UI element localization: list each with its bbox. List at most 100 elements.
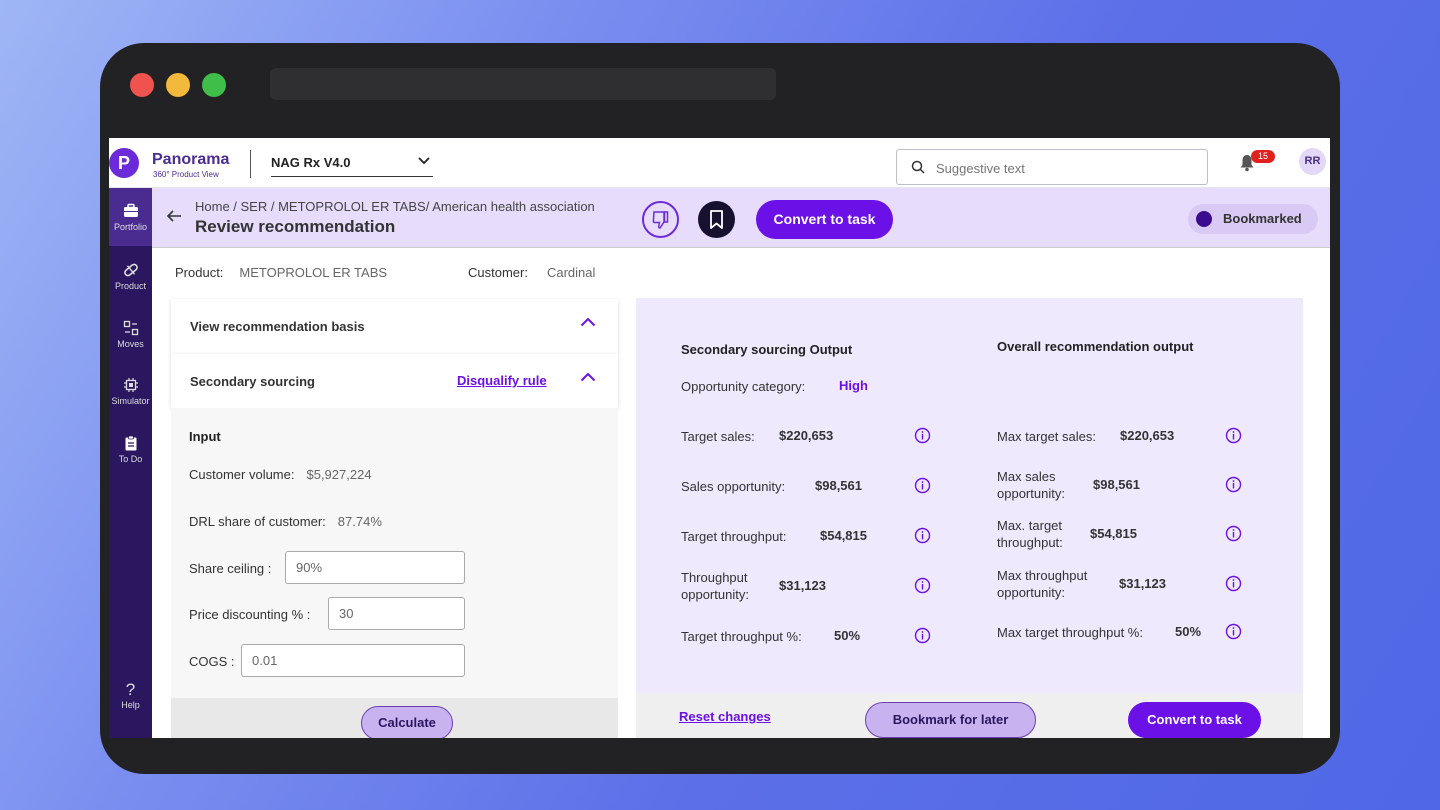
briefcase-icon [123, 203, 138, 217]
sidebar-item-label: Simulator [111, 396, 150, 406]
chip-icon [123, 378, 138, 392]
sidebar-item-label: To Do [118, 454, 143, 464]
panorama-logo[interactable]: P [109, 148, 139, 178]
product-value: METOPROLOL ER TABS [239, 265, 388, 280]
sales-opportunity-value: $98,561 [815, 478, 862, 493]
bookmarked-label: Bookmarked [1223, 211, 1302, 226]
customer-value: Cardinal [546, 265, 596, 280]
moves-icon [123, 320, 138, 336]
search-input[interactable] [936, 158, 1196, 178]
info-icon[interactable] [1225, 525, 1242, 542]
max-target-throughput-value: $54,815 [1090, 526, 1137, 541]
input-title: Input [189, 429, 221, 444]
customer-label: Customer: [468, 265, 528, 280]
sidebar-item-product[interactable]: Product [109, 262, 152, 291]
info-icon[interactable] [914, 627, 931, 644]
pill-icon [123, 263, 138, 277]
search-box[interactable] [896, 149, 1208, 185]
throughput-opportunity-value: $31,123 [779, 578, 826, 593]
max-target-sales-value: $220,653 [1120, 428, 1175, 443]
address-bar[interactable] [270, 68, 776, 100]
main-content: Product: METOPROLOL ER TABS Customer: Card… [152, 249, 1330, 738]
info-icon[interactable] [914, 427, 931, 444]
max-sales-opportunity-label: Max sales opportunity: [997, 469, 1065, 501]
top-navigation: P Panorama 360° Product View NAG Rx V4.0… [109, 138, 1330, 188]
chevron-up-icon[interactable] [580, 372, 596, 382]
info-icon[interactable] [1225, 575, 1242, 592]
share-ceiling-label: Share ceiling : [189, 561, 272, 576]
maximize-window-button[interactable] [202, 73, 226, 97]
sidebar-item-label: Moves [117, 339, 144, 349]
cogs-input[interactable] [241, 644, 465, 677]
product-info: Product: METOPROLOL ER TABS [175, 265, 387, 280]
share-ceiling-input[interactable] [285, 551, 465, 584]
convert-to-task-bottom-button[interactable]: Convert to task [1128, 702, 1261, 738]
price-discounting-input[interactable] [328, 597, 465, 630]
browser-window: P Panorama 360° Product View NAG Rx V4.0… [100, 43, 1340, 774]
max-target-sales-label: Max target sales: [997, 429, 1096, 444]
accordion-title: View recommendation basis [190, 319, 365, 334]
sidebar-item-label: Product [114, 281, 147, 291]
info-icon[interactable] [1225, 623, 1242, 640]
drl-share-label: DRL share of customer: [189, 514, 326, 529]
drl-share-value: 87.74% [337, 514, 382, 529]
close-window-button[interactable] [130, 73, 154, 97]
bookmarked-toggle[interactable]: Bookmarked [1188, 204, 1318, 234]
info-icon[interactable] [914, 527, 931, 544]
bookmark-icon [710, 210, 723, 229]
accordion-title: Secondary sourcing [190, 374, 315, 389]
max-target-throughput-label: Max. target throughput: [997, 518, 1063, 550]
chevron-down-icon [417, 153, 431, 170]
target-throughput-value: $54,815 [820, 528, 867, 543]
chevron-up-icon[interactable] [580, 317, 596, 327]
customer-volume-value: $5,927,224 [306, 467, 372, 482]
sidebar-item-moves[interactable]: Moves [109, 320, 152, 349]
sidebar: Portfolio Product Moves Simulator To Do … [109, 188, 152, 738]
info-icon[interactable] [1225, 476, 1242, 493]
search-icon [911, 160, 925, 174]
target-sales-label: Target sales: [681, 429, 755, 444]
sidebar-item-portfolio[interactable]: Portfolio [109, 188, 152, 246]
customer-info: Customer: Cardinal [468, 265, 595, 280]
avatar[interactable]: RR [1299, 148, 1326, 175]
sidebar-item-simulator[interactable]: Simulator [109, 377, 152, 406]
divider [250, 150, 251, 178]
minimize-window-button[interactable] [166, 73, 190, 97]
input-section: Input Customer volume: $5,927,224 DRL sha… [171, 408, 618, 738]
target-throughput-pct-label: Target throughput %: [681, 629, 802, 644]
output-panel: Secondary sourcing Output Overall recomm… [636, 298, 1303, 693]
breadcrumb[interactable]: Home / SER / METOPROLOL ER TABS/ America… [195, 199, 595, 214]
disqualify-rule-link[interactable]: Disqualify rule [457, 373, 547, 388]
info-icon[interactable] [1225, 427, 1242, 444]
thumbs-down-button[interactable] [642, 201, 679, 238]
notification-badge: 15 [1251, 150, 1275, 163]
sidebar-item-todo[interactable]: To Do [109, 435, 152, 464]
max-throughput-opportunity-label: Max throughput opportunity: [997, 568, 1088, 600]
info-icon[interactable] [914, 477, 931, 494]
help-icon: ? [125, 680, 136, 699]
back-arrow-icon[interactable] [166, 208, 182, 224]
convert-to-task-button[interactable]: Convert to task [756, 200, 893, 239]
sidebar-item-label: Portfolio [113, 222, 148, 232]
reset-changes-link[interactable]: Reset changes [679, 709, 771, 724]
calculate-bar: Calculate [171, 698, 618, 738]
accordion-secondary-sourcing[interactable]: Secondary sourcing Disqualify rule [171, 354, 618, 408]
accordion-recommendation-basis[interactable]: View recommendation basis [171, 299, 618, 354]
app-viewport: P Panorama 360° Product View NAG Rx V4.0… [109, 138, 1330, 738]
thumbs-down-icon [652, 211, 669, 229]
opportunity-category-label: Opportunity category: [681, 379, 806, 394]
page-title: Review recommendation [195, 217, 396, 236]
brand-name: Panorama [152, 151, 230, 168]
customer-volume-row: Customer volume: $5,927,224 [189, 467, 372, 482]
sidebar-item-label: Help [121, 700, 140, 710]
sidebar-item-help[interactable]: ? Help [109, 680, 152, 710]
info-icon[interactable] [914, 577, 931, 594]
bookmark-button[interactable] [698, 201, 735, 238]
target-throughput-pct-value: 50% [834, 628, 861, 643]
calculate-button[interactable]: Calculate [361, 706, 453, 738]
action-footer: Reset changes Bookmark for later Convert… [636, 693, 1303, 738]
bookmark-for-later-button[interactable]: Bookmark for later [865, 702, 1036, 738]
target-throughput-label: Target throughput: [681, 529, 787, 544]
max-target-throughput-pct-label: Max target throughput %: [997, 625, 1143, 640]
version-select[interactable]: NAG Rx V4.0 [271, 155, 433, 177]
